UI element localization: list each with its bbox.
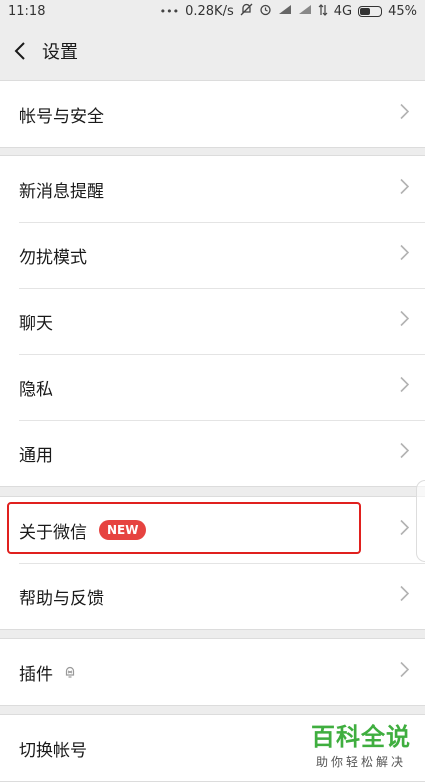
menu-item-label: 关于微信 [19, 522, 87, 543]
chevron-right-icon [400, 519, 410, 541]
watermark-subtitle: 助你轻松解决 [315, 754, 406, 769]
menu-item-label: 帐号与安全 [19, 106, 104, 127]
watermark-logo: 百科全说 助你轻松解决 [297, 715, 425, 777]
menu-item-privacy[interactable]: 隐私 [0, 354, 425, 420]
chevron-right-icon [400, 585, 410, 607]
edge-scroll-handle[interactable] [416, 480, 425, 562]
more-dots-icon: ••• [159, 4, 180, 18]
menu-item-help-feedback[interactable]: 帮助与反馈 [0, 563, 425, 629]
menu-item-label: 通用 [19, 445, 53, 466]
settings-group-account: 帐号与安全 [0, 80, 425, 148]
back-arrow-icon[interactable] [0, 22, 40, 80]
mute-bell-icon [63, 665, 77, 679]
signal-icon [278, 4, 292, 18]
network-type: 4G [333, 3, 353, 19]
status-time: 11:18 [8, 3, 46, 19]
menu-item-chat[interactable]: 聊天 [0, 288, 425, 354]
menu-item-label: 聊天 [19, 313, 53, 334]
status-bar: 11:18 ••• 0.28K/s 4G 45% [0, 0, 425, 22]
chevron-right-icon [400, 442, 410, 464]
menu-item-about-wechat[interactable]: 关于微信 NEW [0, 497, 425, 563]
menu-item-new-message-notice[interactable]: 新消息提醒 [0, 156, 425, 222]
menu-item-label: 新消息提醒 [19, 181, 104, 202]
menu-item-label: 切换帐号 [19, 740, 87, 761]
menu-item-plugins[interactable]: 插件 [0, 639, 425, 705]
watermark-title: 百科全说 [311, 722, 411, 751]
chevron-right-icon [400, 310, 410, 332]
status-icons: ••• 0.28K/s 4G 45% [160, 3, 417, 19]
battery-level: 45% [388, 3, 417, 19]
settings-group-main: 新消息提醒 勿扰模式 聊天 隐私 通用 [0, 155, 425, 487]
menu-item-label: 帮助与反馈 [19, 588, 104, 609]
chevron-right-icon [400, 376, 410, 398]
signal-icon-2 [298, 4, 312, 18]
alarm-icon [259, 3, 272, 19]
settings-group-about: 关于微信 NEW 帮助与反馈 [0, 496, 425, 630]
chevron-right-icon [400, 244, 410, 266]
mute-icon [240, 3, 253, 19]
page-title: 设置 [42, 42, 78, 63]
new-badge: NEW [99, 520, 147, 540]
net-speed: 0.28K/s [185, 3, 234, 19]
data-transfer-icon [318, 3, 328, 19]
menu-item-label: 插件 [19, 664, 53, 685]
menu-item-general[interactable]: 通用 [0, 420, 425, 486]
chevron-right-icon [400, 103, 410, 125]
header: 设置 [0, 22, 425, 80]
chevron-right-icon [400, 178, 410, 200]
chevron-right-icon [400, 661, 410, 683]
menu-item-do-not-disturb[interactable]: 勿扰模式 [0, 222, 425, 288]
battery-icon [358, 5, 383, 17]
settings-group-plugins: 插件 [0, 638, 425, 706]
menu-item-account-security[interactable]: 帐号与安全 [0, 81, 425, 147]
menu-item-label: 隐私 [19, 379, 53, 400]
menu-item-label: 勿扰模式 [19, 247, 87, 268]
